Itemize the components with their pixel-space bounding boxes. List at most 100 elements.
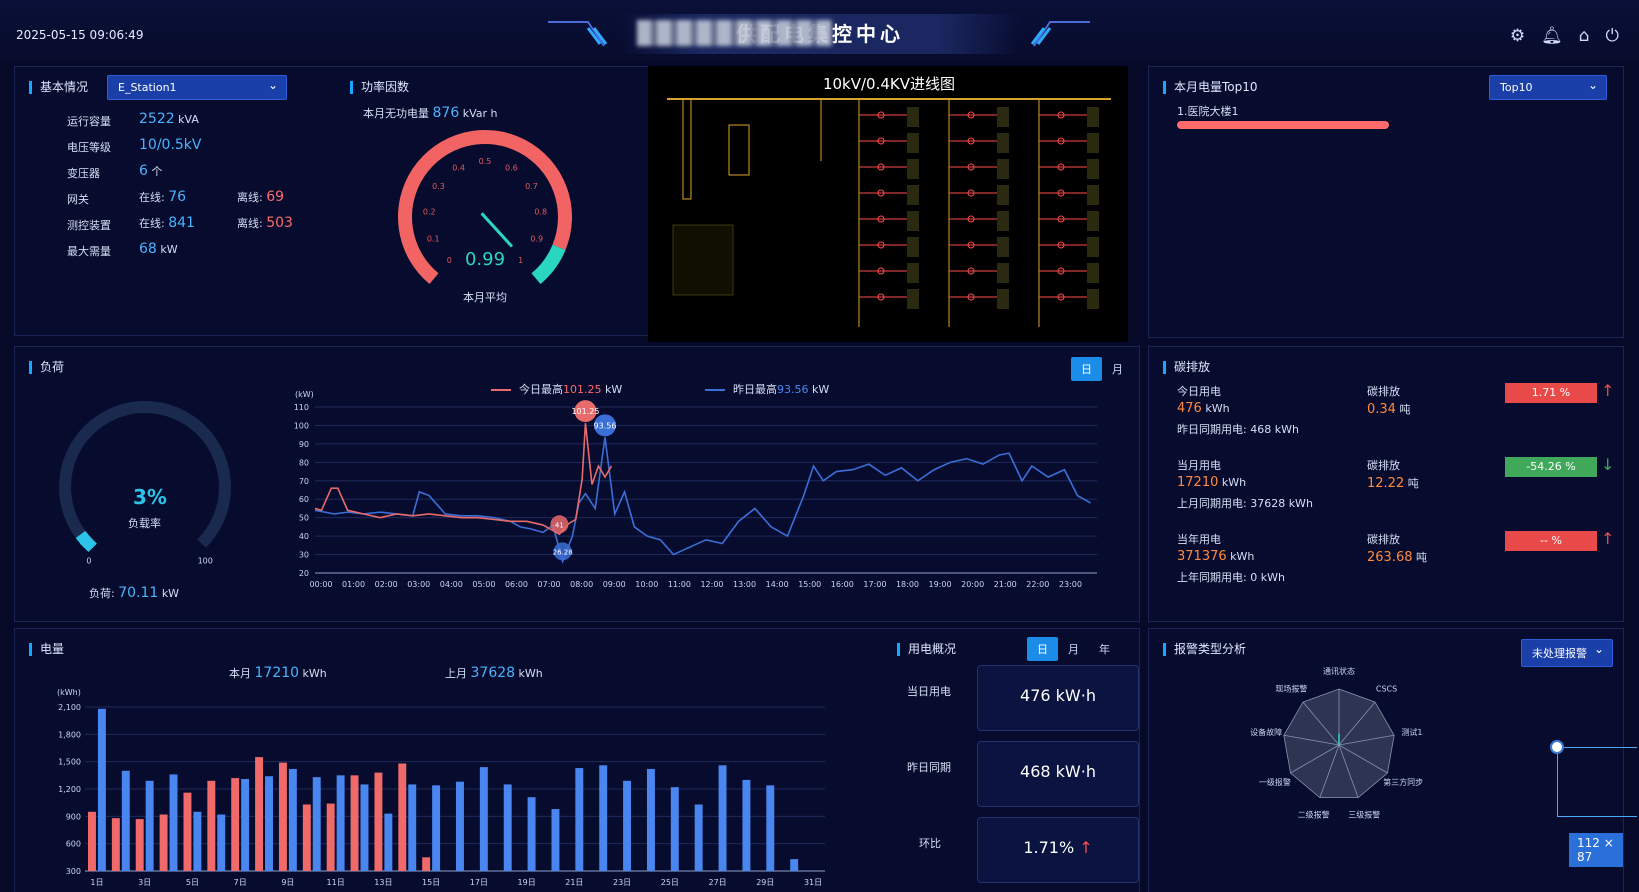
x-tick-label: 9日 [281, 878, 294, 887]
radar-axis-label: 一级报警 [1259, 777, 1291, 787]
meter-readings [672, 224, 734, 296]
radar-axis-label: 通讯状态 [1323, 666, 1355, 676]
y-tick-label: 110 [294, 403, 309, 412]
maxdemand-label: 最大需量 [67, 245, 111, 258]
feeder-data [997, 185, 1009, 205]
alarm-select[interactable]: 未处理报警 [1521, 639, 1613, 667]
tab-month[interactable]: 月 [1102, 357, 1133, 381]
x-tick-label: 31日 [804, 878, 822, 887]
carbon-use-value: 371376 kWh [1177, 549, 1255, 564]
home-icon[interactable]: ⌂ [1579, 26, 1590, 46]
bar-this-month [599, 765, 608, 871]
feeder-data [1087, 133, 1099, 153]
x-tick-label: 17日 [470, 878, 488, 887]
feeder-data [1087, 237, 1099, 257]
x-tick-label: 19:00 [929, 580, 952, 589]
x-tick-label: 12:00 [700, 580, 723, 589]
carbon-pct-badge: -54.26 % [1505, 457, 1597, 477]
pf-tick-label: 0 [447, 256, 452, 265]
incoming-feeder [682, 98, 692, 200]
usage-tab-day[interactable]: 日 [1027, 637, 1058, 661]
diagram-panel: 10kV/0.4KV进线图 [648, 66, 1128, 342]
x-tick-label: 00:00 [309, 580, 332, 589]
radar-axis-label: 二级报警 [1298, 810, 1330, 820]
x-tick-label: 1日 [90, 878, 103, 887]
usage-tab-year[interactable]: 年 [1089, 637, 1120, 661]
carbon-use-value: 17210 kWh [1177, 475, 1247, 490]
x-tick-label: 15日 [422, 878, 440, 887]
x-tick-label: 17:00 [863, 580, 886, 589]
bar-this-month [336, 775, 345, 871]
power-icon[interactable]: ⏻ [1606, 26, 1619, 46]
bar-last-month [350, 775, 359, 871]
feeder-data [1087, 263, 1099, 283]
pf-arc-green [531, 244, 566, 285]
x-tick-label: 03:00 [407, 580, 430, 589]
bar-this-month [265, 776, 273, 871]
monitor-label: 测控装置 [67, 219, 111, 232]
lock-icon[interactable] [1550, 740, 1564, 754]
feeder-data [907, 107, 919, 127]
load-title: 负荷 [29, 361, 64, 374]
gauge-max-label: 100 [198, 557, 213, 566]
y-tick-label: 2,100 [58, 703, 81, 712]
usage-today-label: 当日用电 [907, 685, 951, 698]
x-tick-label: 10:00 [635, 580, 658, 589]
carbon-use-label: 当年用电 [1177, 533, 1221, 546]
bar-this-month [575, 768, 584, 871]
x-tick-label: 27日 [708, 878, 726, 887]
bar-this-month [241, 778, 250, 871]
redacted-title-segment [637, 20, 832, 46]
x-tick-label: 18:00 [896, 580, 919, 589]
top10-select[interactable]: Top10 [1489, 75, 1607, 100]
bar-this-month [742, 779, 751, 871]
down-arrow-icon: ↓ [1601, 455, 1615, 474]
usage-yesterday-label: 昨日同期 [907, 761, 951, 774]
settings-icon[interactable]: ⚙ [1510, 26, 1525, 46]
size-badge: 112 × 87 [1569, 833, 1623, 867]
bar-last-month [159, 814, 168, 871]
radar-axis-label: 现场报警 [1275, 683, 1307, 693]
gateway-online: 在线: 76 [139, 189, 187, 205]
x-tick-label: 01:00 [342, 580, 365, 589]
bar-this-month [503, 784, 512, 871]
x-tick-label: 16:00 [831, 580, 854, 589]
usage-title: 用电概况 [897, 643, 956, 656]
up-arrow-icon: ↑ [1601, 529, 1615, 548]
pf-footer: 本月平均 [463, 291, 507, 304]
x-tick-label: 05:00 [472, 580, 495, 589]
min-label: 26.28 [553, 548, 573, 556]
bar-this-month [670, 787, 679, 871]
tab-day[interactable]: 日 [1071, 357, 1102, 381]
bell-icon[interactable]: 🔔︎ [1541, 26, 1563, 46]
usage-ratio-box: 1.71% ↑ [977, 817, 1139, 883]
feeder-data [907, 211, 919, 231]
station-select[interactable]: E_Station1 [107, 75, 287, 100]
header-icons: ⚙ 🔔︎ ⌂ ⏻ [1510, 26, 1619, 46]
x-tick-label: 06:00 [505, 580, 528, 589]
pf-value: 0.99 [465, 249, 505, 270]
single-line-diagram [667, 98, 1111, 327]
feeder-data [997, 107, 1009, 127]
header: 2025-05-15 09:06:49 供配电集控中心 ⚙ 🔔︎ ⌂ ⏻ [0, 0, 1639, 62]
bar-this-month [694, 804, 703, 871]
carbon-em-value: 263.68 吨 [1367, 550, 1427, 565]
x-tick-label: 13:00 [733, 580, 756, 589]
carbon-use-value: 476 kWh [1177, 401, 1230, 416]
radar-axis-label: 三级报警 [1348, 810, 1380, 820]
feeder-data [907, 289, 919, 309]
voltage-value: 10/0.5kV [139, 137, 202, 153]
energy-this-month: 本月 17210 kWh [229, 665, 327, 681]
carbon-em-label: 碳排放 [1367, 459, 1400, 472]
y-tick-label: 80 [299, 458, 309, 467]
y-tick-label: 60 [299, 495, 309, 504]
usage-tab-month[interactable]: 月 [1058, 637, 1089, 661]
pf-title: 功率因数 [350, 81, 409, 94]
carbon-prev: 上月同期用电: 37628 kWh [1177, 497, 1313, 510]
bar-this-month [312, 777, 321, 871]
bar-this-month [169, 774, 178, 871]
max-label: 93.56 [594, 421, 617, 430]
y-tick-label: 100 [294, 421, 309, 430]
top10-item-bar [1177, 121, 1389, 129]
bar-this-month [288, 768, 297, 871]
